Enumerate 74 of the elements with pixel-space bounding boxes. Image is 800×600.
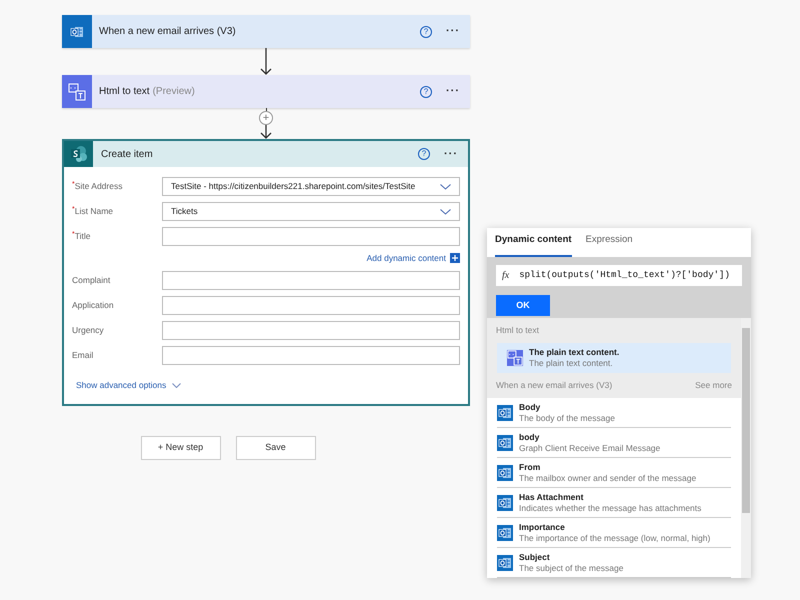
field-label: Urgency (72, 324, 104, 336)
mail-app-icon (497, 434, 513, 450)
add-step-button[interactable]: + (259, 111, 273, 125)
mail-app-icon (497, 524, 513, 540)
item-description: Graph Client Receive Email Message (519, 442, 660, 454)
mail-app-icon (497, 404, 513, 420)
item-description: The mailbox owner and sender of the message (519, 472, 696, 484)
more-options-button[interactable]: ··· (446, 23, 460, 40)
action-button[interactable]: + New step (140, 436, 220, 460)
item-description: The subject of the message (519, 562, 624, 574)
show-advanced-options-link[interactable]: Show advanced options (76, 378, 166, 392)
dynamic-content-item[interactable]: Has Attachment Indicates whether the message has attachments (497, 488, 731, 518)
item-name: Has Attachment (519, 492, 584, 502)
item-description: Indicates whether the message has attachments (519, 502, 702, 514)
chevron-down-icon (440, 208, 451, 214)
dynamic-content-item[interactable]: From The mailbox owner and sender of the message (497, 458, 731, 488)
html-text-icon (62, 75, 92, 108)
down-arrow-icon (260, 48, 272, 75)
help-button[interactable]: ? (418, 148, 430, 160)
text-field[interactable] (162, 270, 460, 290)
dynamic-content-item[interactable]: Importance The importance of the message (low, normal, high) (497, 518, 731, 548)
mail-app-icon (497, 494, 513, 510)
field-label: List Name (74, 205, 113, 218)
down-arrow-icon (260, 125, 272, 139)
item-description: The importance of the message (low, normal, high) (519, 532, 710, 544)
scrollbar[interactable] (741, 318, 751, 578)
plus-icon[interactable] (450, 253, 460, 264)
text-field[interactable] (162, 227, 460, 246)
field-label: Email (72, 348, 94, 362)
mail-app-icon (497, 554, 513, 570)
dropdown-field[interactable]: TestSite - https://citizenbuilders221.sharepoint.com/sites/TestSite (162, 177, 460, 196)
item-description: The plain text content. (529, 358, 614, 369)
html-text-icon (507, 350, 523, 366)
dynamic-content-item[interactable]: Body The body of the message (497, 398, 731, 428)
function-icon: fx (502, 268, 510, 283)
text-field[interactable] (162, 296, 460, 315)
step-card[interactable]: Html to text (Preview) ? ··· (62, 75, 470, 108)
section-title: When a new email arrives (V3) (496, 379, 612, 392)
item-name: The plain text content. (529, 347, 620, 358)
dropdown-field[interactable]: Tickets (162, 202, 460, 221)
help-button[interactable]: ? (420, 26, 432, 38)
step-title: When a new email arrives (V3) (99, 25, 236, 39)
mail-app-icon (497, 464, 513, 480)
chevron-down-icon (172, 382, 182, 388)
field-label: Complaint (72, 274, 110, 286)
step-title: Create item (101, 148, 153, 162)
more-options-button[interactable]: ··· (446, 83, 460, 100)
ok-button[interactable]: OK (496, 295, 550, 316)
add-dynamic-content-link[interactable]: Add dynamic content (366, 252, 446, 265)
step-title: Html to text (99, 85, 150, 99)
item-name: Importance (519, 522, 566, 532)
field-label: Title (74, 230, 90, 243)
preview-tag: (Preview) (152, 84, 195, 99)
field-label: Site Address (74, 180, 122, 193)
item-name: body (519, 432, 540, 442)
action-button[interactable]: Save (236, 436, 316, 460)
dynamic-content-item[interactable]: body Graph Client Receive Email Message (497, 428, 731, 458)
dynamic-content-item[interactable]: The plain text content. The plain text content. (497, 343, 731, 373)
help-button[interactable]: ? (420, 86, 432, 98)
expression-field[interactable]: fx split(outputs('Html_to_text')?['body']) (496, 265, 742, 286)
text-field[interactable] (162, 320, 460, 340)
section-title: Html to text (496, 324, 539, 337)
item-name: Subject (519, 552, 551, 562)
item-description: The body of the message (519, 412, 615, 424)
item-name: Body (519, 402, 542, 412)
step-card[interactable]: When a new email arrives (V3) ? ··· (62, 15, 470, 48)
dynamic-content-item[interactable]: Subject The subject of the message (497, 548, 731, 578)
field-label: Application (72, 298, 114, 312)
more-options-button[interactable]: ··· (444, 146, 458, 162)
mail-app-icon (62, 15, 92, 48)
chevron-down-icon (440, 184, 451, 190)
item-name: From (519, 462, 542, 472)
text-field[interactable] (162, 346, 460, 365)
panel-tab[interactable]: Expression (586, 232, 633, 257)
